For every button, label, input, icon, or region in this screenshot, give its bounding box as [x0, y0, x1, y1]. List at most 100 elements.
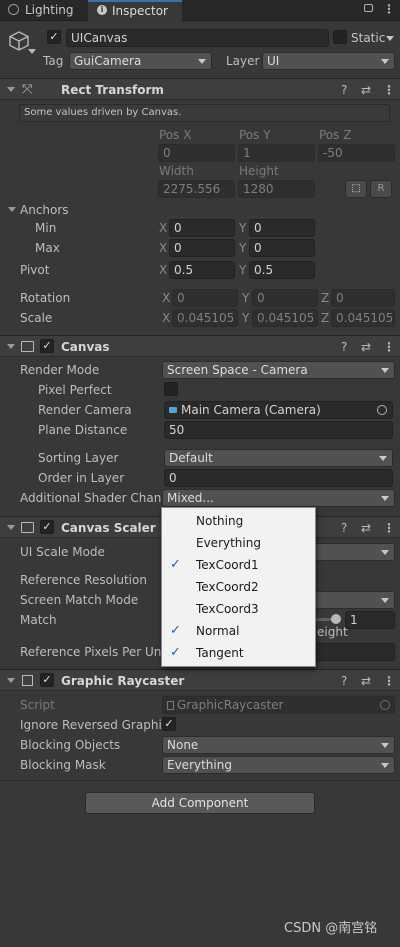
option-texcoord2[interactable]: ✓TexCoord2 [162, 576, 315, 598]
match-slider-handle[interactable] [331, 614, 341, 624]
more-menu-icon[interactable]: ⋮ [383, 1, 395, 17]
rect-transform-title: Rect Transform [61, 83, 164, 97]
anchors-fold-arrow[interactable] [8, 207, 16, 212]
shader-channels-dropdown[interactable]: Mixed... [162, 489, 395, 507]
pos-x-field[interactable]: 0 [158, 144, 235, 162]
anchor-min-x-field[interactable]: 0 [169, 219, 235, 237]
height-field[interactable]: 1280 [238, 180, 315, 198]
help-icon[interactable]: ? [341, 673, 347, 689]
rotation-z-field[interactable]: 0 [331, 289, 395, 307]
rect-transform-icon: ⤧ [22, 82, 33, 97]
presets-icon[interactable]: ⇄ [361, 339, 371, 355]
scale-z-field[interactable]: 0.045105 [331, 309, 395, 327]
tag-label: Tag [43, 54, 64, 68]
blueprint-mode-button[interactable]: ⬚ [345, 180, 367, 198]
object-name-field[interactable]: UICanvas [66, 29, 329, 47]
tag-value: GuiCamera [74, 54, 142, 68]
graphic-raycaster-enabled-toggle[interactable]: ✓ [40, 673, 54, 687]
raw-edit-button[interactable]: R [370, 180, 392, 198]
tag-dropdown[interactable]: GuiCamera [69, 52, 212, 70]
option-nothing[interactable]: ✓Nothing [162, 510, 315, 532]
info-icon: i [97, 5, 107, 15]
rect-transform-header[interactable]: ⤧ Rect Transform ? ⇄ ⋮ [0, 78, 400, 100]
driven-note: Some values driven by Canvas. [19, 104, 390, 122]
render-mode-label: Render Mode [20, 363, 100, 377]
pos-z-field[interactable]: -50 [318, 144, 395, 162]
canvas-enabled-toggle[interactable]: ✓ [40, 339, 54, 353]
render-camera-label: Render Camera [38, 403, 132, 417]
presets-icon[interactable]: ⇄ [361, 520, 371, 536]
pos-y-field[interactable]: 1 [238, 144, 315, 162]
anchor-min-y-field[interactable]: 0 [249, 219, 315, 237]
checkmark-icon: ✓ [170, 645, 181, 660]
blocking-objects-dropdown[interactable]: None [162, 736, 395, 754]
canvas-header[interactable]: ✓ Canvas ? ⇄ ⋮ [0, 335, 400, 357]
presets-icon[interactable]: ⇄ [361, 82, 371, 98]
help-icon[interactable]: ? [341, 82, 347, 98]
rotation-x-field[interactable]: 0 [172, 289, 238, 307]
presets-icon[interactable]: ⇄ [361, 673, 371, 689]
screen-match-mode-label: Screen Match Mode [20, 593, 139, 607]
help-icon[interactable]: ? [341, 520, 347, 536]
lock-icon[interactable] [364, 4, 373, 12]
ignore-reversed-toggle[interactable]: ✓ [162, 717, 176, 731]
context-menu-icon[interactable]: ⋮ [383, 339, 395, 355]
fold-arrow[interactable] [7, 344, 15, 349]
context-menu-icon[interactable]: ⋮ [383, 520, 395, 536]
rotation-y-field[interactable]: 0 [252, 289, 318, 307]
static-dropdown-arrow[interactable] [386, 36, 394, 41]
order-in-layer-field[interactable]: 0 [164, 469, 393, 487]
option-texcoord1[interactable]: ✓ TexCoord1 [162, 554, 315, 576]
icon-dropdown-arrow[interactable] [28, 49, 36, 54]
active-toggle[interactable]: ✓ [47, 30, 61, 44]
reference-pixels-label: Reference Pixels Per Uni [20, 645, 165, 659]
pos-y-label: Pos Y [239, 128, 271, 142]
graphic-raycaster-icon [22, 675, 33, 686]
blocking-mask-value: Everything [167, 758, 232, 772]
render-mode-dropdown[interactable]: Screen Space - Camera [162, 361, 395, 379]
scale-y-field[interactable]: 0.045105 [252, 309, 318, 327]
option-texcoord3[interactable]: ✓TexCoord3 [162, 598, 315, 620]
anchor-max-y-field[interactable]: 0 [249, 239, 315, 257]
ignore-reversed-label: Ignore Reversed Graphic [20, 718, 169, 732]
render-camera-value: Main Camera (Camera) [181, 403, 321, 417]
plane-distance-field[interactable]: 50 [164, 421, 393, 439]
help-icon[interactable]: ? [341, 339, 347, 355]
pixel-perfect-toggle[interactable] [164, 382, 178, 396]
ui-scale-mode-label: UI Scale Mode [20, 545, 105, 559]
fold-arrow[interactable] [7, 678, 15, 683]
blocking-mask-dropdown[interactable]: Everything [162, 756, 395, 774]
sorting-layer-dropdown[interactable]: Default [164, 449, 393, 467]
width-field[interactable]: 2275.556 [158, 180, 235, 198]
option-everything[interactable]: ✓Everything [162, 532, 315, 554]
tab-lighting[interactable]: Lighting [0, 0, 87, 21]
tab-inspector[interactable]: i Inspector [88, 0, 182, 22]
script-field: GraphicRaycaster [162, 696, 395, 714]
shader-channels-popup: ✓Nothing ✓Everything ✓TexCoord1 ✓TexCoor… [161, 507, 316, 667]
add-component-button[interactable]: Add Component [85, 792, 315, 814]
scale-x-field[interactable]: 0.045105 [172, 309, 238, 327]
static-toggle[interactable] [333, 30, 347, 44]
render-camera-field[interactable]: Main Camera (Camera) [164, 401, 393, 419]
option-tangent[interactable]: ✓ Tangent [162, 642, 315, 664]
axis-z-label: Z [321, 311, 330, 325]
checkmark-icon: ✓ [170, 623, 181, 638]
camera-icon [169, 407, 177, 413]
context-menu-icon[interactable]: ⋮ [383, 673, 395, 689]
pivot-x-field[interactable]: 0.5 [169, 261, 235, 279]
fold-arrow[interactable] [7, 525, 15, 530]
fold-arrow[interactable] [7, 87, 15, 92]
context-menu-icon[interactable]: ⋮ [383, 82, 395, 98]
match-value-field[interactable]: 1 [345, 611, 395, 629]
option-normal[interactable]: ✓ Normal [162, 620, 315, 642]
anchor-max-x-field[interactable]: 0 [169, 239, 235, 257]
canvas-scaler-enabled-toggle[interactable]: ✓ [40, 520, 54, 534]
object-picker-icon[interactable] [377, 405, 387, 415]
layer-dropdown[interactable]: UI [262, 52, 395, 70]
pivot-y-field[interactable]: 0.5 [249, 261, 315, 279]
watermark: CSDN @南宫铭 [284, 921, 378, 936]
graphic-raycaster-header[interactable]: ✓ Graphic Raycaster ? ⇄ ⋮ [0, 669, 400, 691]
divider [0, 780, 400, 781]
canvas-scaler-icon [21, 522, 34, 533]
reference-resolution-label: Reference Resolution [20, 573, 147, 587]
